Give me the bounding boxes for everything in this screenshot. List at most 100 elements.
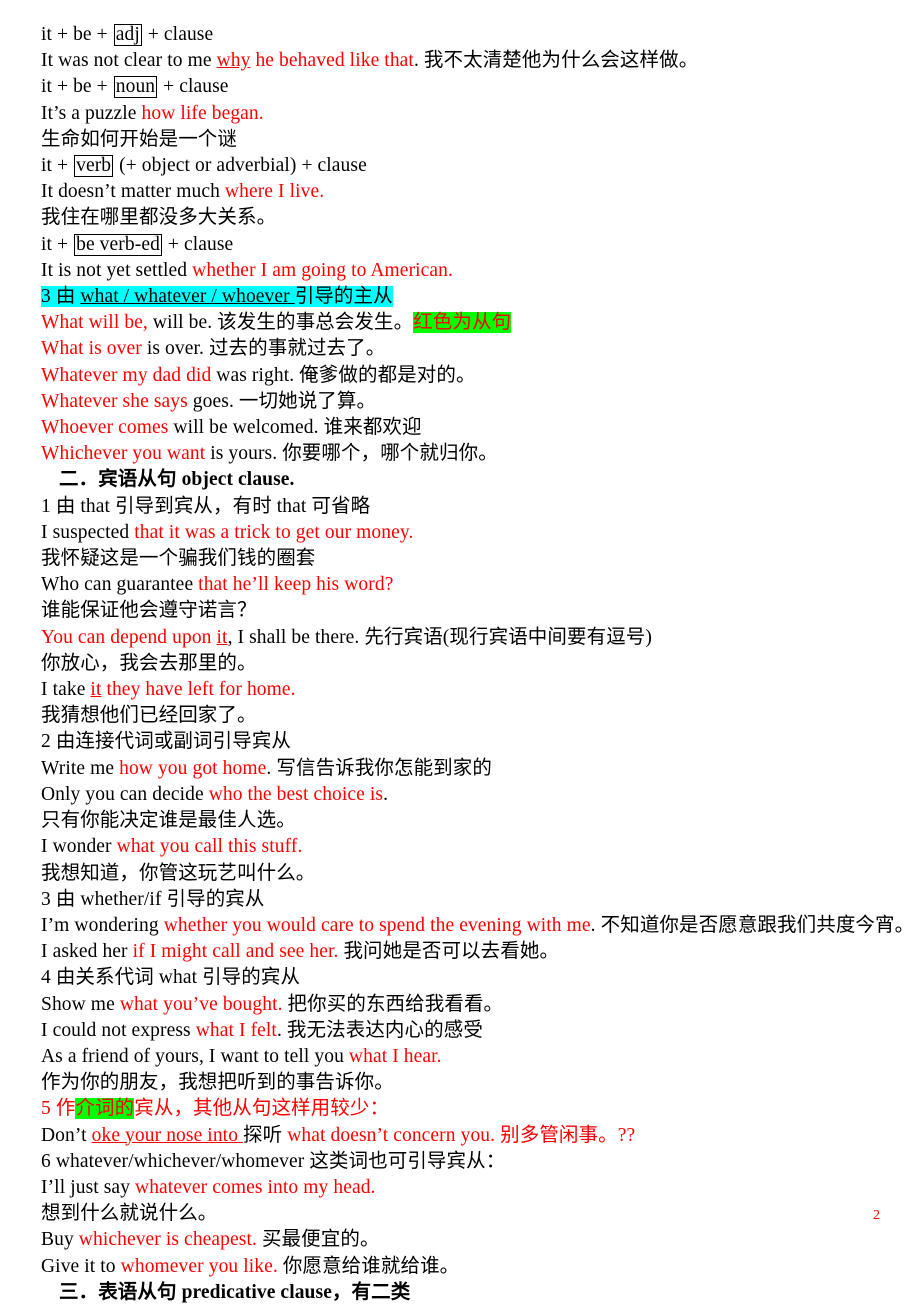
text-segment: 买最便宜的。 <box>256 1229 380 1251</box>
text-segment: 二．宾语从句 object clause. <box>59 469 295 491</box>
text-segment: 我问她是否可以去看她。 <box>338 941 560 963</box>
text-segment: It is not yet settled <box>41 259 188 281</box>
text-line: 谁能保证他会遵守诺言？ <box>41 598 891 624</box>
text-segment: 该发生的事总会发生。 <box>212 312 414 334</box>
text-segment: will be. <box>152 312 213 334</box>
text-line: 我怀疑这是一个骗我们钱的圈套 <box>41 546 891 572</box>
text-segment: 6 <box>41 1150 51 1172</box>
text-segment: what I felt <box>195 1019 277 1041</box>
text-segment: whomever you like. <box>120 1255 278 1277</box>
text-segment: I take <box>41 679 91 701</box>
text-segment: they have left for home. <box>101 679 296 701</box>
document-page: it + be + adj + clause It was not clear t… <box>0 0 920 1303</box>
text-line: Whatever my dad did was right. 俺爹做的都是对的。 <box>41 363 891 389</box>
text-line: 你放心，我会去那里的。 <box>41 651 891 677</box>
text-line: 想到什么就说什么。 <box>41 1201 891 1227</box>
text-segment: was right. <box>216 364 295 386</box>
text-segment: what I hear. <box>348 1045 442 1067</box>
text-segment: (+ object or adverbial) + clause <box>114 155 367 177</box>
text-segment: whatever comes into my head. <box>135 1176 376 1198</box>
text-line: 生命如何开始是一个谜 <box>41 127 891 153</box>
text-segment: , I shall be there. <box>227 626 360 648</box>
text-line: As a friend of yours, I want to tell you… <box>41 1044 891 1070</box>
text-segment: why <box>216 50 251 72</box>
text-segment: Only you can decide <box>41 783 204 805</box>
text-line: I’m wondering whether you would care to … <box>41 913 914 939</box>
text-line: 只有你能决定谁是最佳人选。 <box>41 808 891 834</box>
text-segment: Buy <box>41 1229 74 1251</box>
text-segment: he behaved like that <box>250 50 414 72</box>
text-segment: that he’ll keep his word? <box>198 574 394 596</box>
boxed-term: adj <box>113 24 142 46</box>
text-segment: Who can guarantee <box>41 574 199 596</box>
text-line: I’ll just say whatever comes into my hea… <box>41 1175 891 1201</box>
text-line: Only you can decide who the best choice … <box>41 782 891 808</box>
text-segment: it + <box>41 155 74 177</box>
text-segment: It doesn’t matter much <box>41 181 220 203</box>
text-segment: is over. <box>146 338 204 360</box>
text-line: Whoever comes will be welcomed. 谁来都欢迎 <box>41 415 891 441</box>
text-segment: 过去的事就过去了。 <box>203 338 386 360</box>
text-line: I take it they have left for home. <box>41 677 891 703</box>
text-segment: Show me <box>41 993 120 1015</box>
text-segment: whether you would care to spend the even… <box>163 914 591 936</box>
text-line: Whichever you want is yours. 你要哪个，哪个就归你。 <box>41 441 891 467</box>
text-line: It was not clear to me why he behaved li… <box>41 48 891 74</box>
text-segment: You can depend upon <box>41 626 217 648</box>
text-segment: It’s a puzzle <box>41 102 137 124</box>
document-text-body: it + be + adj + clause It was not clear t… <box>41 22 914 1306</box>
text-segment: Whichever you want <box>41 443 206 465</box>
text-segment: 我怀疑这是一个骗我们钱的圈套 <box>41 548 316 570</box>
text-segment: Write me <box>41 757 120 779</box>
text-segment: 3 由 whether/if 引导的宾从 <box>41 888 265 910</box>
text-line: 5 作介词的宾从，其他从句这样用较少： <box>41 1096 891 1122</box>
text-segment: 生命如何开始是一个谜 <box>41 128 238 150</box>
text-segment: it <box>90 679 102 701</box>
text-segment: Give it to <box>41 1255 116 1277</box>
text-line: Whatever she says goes. 一切她说了算。 <box>41 389 891 415</box>
text-line: 我猜想他们已经回家了。 <box>41 703 891 729</box>
text-segment: 1 由 that 引导到宾从，有时 that 可省略 <box>41 495 371 517</box>
text-segment: What will be, <box>41 312 148 334</box>
text-segment: + clause <box>162 233 234 255</box>
text-segment: What is over <box>41 338 142 360</box>
text-segment: + clause <box>158 76 229 98</box>
text-segment: whether I am going to American. <box>192 259 454 281</box>
text-line: It doesn’t matter much where I live. <box>41 179 891 205</box>
text-line: 我想知道，你管这玩艺叫什么。 <box>41 861 891 887</box>
text-line: it + be + adj + clause <box>41 22 891 48</box>
text-segment: . <box>383 783 389 805</box>
page-number: 2 <box>873 1208 880 1223</box>
text-segment: will be welcomed. <box>168 417 319 439</box>
text-segment: 想到什么就说什么。 <box>41 1203 218 1225</box>
highlighted-text: 介词的 <box>75 1098 135 1120</box>
text-segment: what doesn’t concern you. <box>282 1124 496 1146</box>
text-segment: 我无法表达内心的感受 <box>281 1019 483 1041</box>
text-segment: I asked her <box>41 941 133 963</box>
text-segment: It was not clear to me <box>41 50 212 72</box>
text-segment: 你要哪个，哪个就归你。 <box>277 443 498 465</box>
text-line: Who can guarantee that he’ll keep his wo… <box>41 572 891 598</box>
highlighted-text: 红色为从句 <box>413 312 512 334</box>
boxed-term: verb <box>74 155 114 178</box>
text-segment: 一切她说了算。 <box>233 390 377 412</box>
highlighted-text: 3 由 <box>41 286 81 308</box>
text-line: Buy whichever is cheapest. 买最便宜的。 <box>41 1227 891 1253</box>
text-segment: goes. <box>192 390 234 412</box>
text-segment: 作为你的朋友，我想把听到的事告诉你。 <box>41 1072 394 1094</box>
text-line: 3 由 whether/if 引导的宾从 <box>41 887 891 913</box>
text-segment: 你放心，我会去那里的。 <box>41 652 257 674</box>
text-segment: 5 作 <box>41 1098 76 1120</box>
text-segment: who the best choice is <box>208 783 384 805</box>
text-line: 2 由连接代词或副词引导宾从 <box>41 729 891 755</box>
text-line: I could not express what I felt. 我无法表达内心… <box>41 1018 891 1044</box>
text-segment: where I live. <box>224 181 325 203</box>
text-line: What is over is over. 过去的事就过去了。 <box>41 336 891 362</box>
text-segment: 不知道你是否愿意跟我们共度今宵。 <box>595 914 915 936</box>
text-segment: oke your nose into <box>91 1124 244 1146</box>
text-segment: I could not express <box>41 1019 196 1041</box>
highlighted-text: what / whatever / whoever <box>80 286 295 308</box>
text-line: it + be verb-ed + clause <box>41 232 891 258</box>
text-segment: Don’t <box>41 1124 87 1146</box>
text-segment: 只有你能决定谁是最佳人选。 <box>41 810 296 832</box>
